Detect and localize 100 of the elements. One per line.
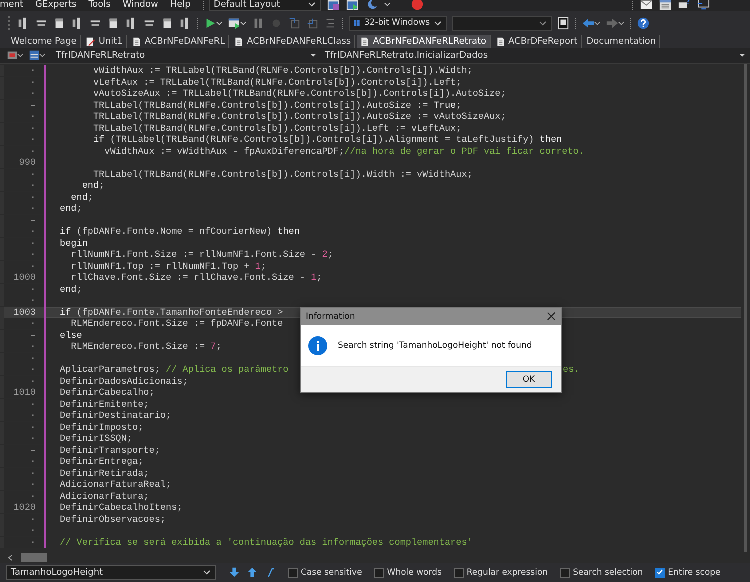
device-icon[interactable] [557,16,570,30]
line-number: · [30,203,36,214]
menu-item[interactable]: Window [122,0,158,10]
calendar-icon[interactable] [659,0,672,11]
line-number: · [30,422,36,433]
checkbox[interactable] [655,568,666,578]
back-arrow-icon[interactable] [582,16,595,30]
forward-arrow-icon[interactable] [606,16,619,30]
menu-item[interactable]: Help [170,0,191,10]
code-line: rllNumNF1.Top := rllNumNF1.Top + 1; [70,260,266,272]
option-label[interactable]: Entire scope [668,568,721,578]
ok-button[interactable]: OK [506,371,552,388]
checkbox[interactable] [560,568,570,578]
code-line: TRLLabel(TRLBand(RLNFe.Controls[b]).Controls[i]).Left := vLeftAux; [92,122,462,134]
caret-icon [539,20,547,26]
line-number: · [30,134,36,146]
scroll-left-icon[interactable] [8,554,13,562]
menu-item[interactable]: ment [0,0,24,10]
option-label[interactable]: Regular expression [466,568,548,578]
option-label[interactable]: Whole words [387,568,442,578]
help-icon[interactable] [637,16,650,30]
menu-item[interactable]: GExperts [36,0,77,10]
option-label[interactable]: Case sensitive [301,568,362,578]
dropdown-arrow-icon[interactable] [310,53,317,58]
line-number: · [30,249,36,260]
caret-icon[interactable] [618,20,625,26]
caret-icon[interactable] [39,53,46,58]
checkbox[interactable] [454,568,464,578]
editor-tab[interactable]: ACBrNFeDANFeRLRetrato [357,35,491,48]
code-line: TRLLabel(TRLBand(RLNFe.Controls[b]).Controls[i]).AutoSize := vAutoSizeAux; [92,111,506,122]
close-icon[interactable] [547,312,556,321]
code-line: DefinirRetirada; [60,468,150,479]
line-number: · [30,525,36,536]
find-previous-icon[interactable] [247,567,258,578]
info-icon [308,336,328,356]
line-number: 1003 [14,306,36,318]
line-number: · [30,226,36,238]
record-icon[interactable] [410,0,424,11]
option-label[interactable]: Search selection [573,568,644,578]
caret-icon[interactable] [240,20,247,26]
code-line: if (fpDANFe.Fonte.Nome = nfCourierNew) then [60,226,300,238]
code-line: if (fpDANFe.Fonte.TamanhoFonteEndereco > [60,306,284,318]
line-number: · [30,111,36,122]
code-line: DefinirDadosAdicionais; [60,376,188,387]
code-line: DefinirImposto; [60,422,144,433]
checkbox[interactable] [374,568,384,578]
run-window-icon[interactable] [228,16,241,30]
code-line: vAutoSizeAux := TRLLabel(TRLBand(RLNFe.Controls[b]).Controls[i]).AutoSize; [92,88,506,100]
dialog-message: Search string 'TamanhoLogoHeight' not found [338,340,532,350]
platform-dropdown[interactable]: 32-bit Windows [349,16,447,30]
find-next-icon[interactable] [229,567,240,578]
code-line: end; [60,284,82,295]
caret-icon [434,20,442,26]
line-number: · [30,479,36,490]
menu-item[interactable]: Tools [88,0,111,10]
code-line: RLMEndereco.Font.Size := 7; [70,341,222,352]
mail-icon[interactable] [640,0,653,11]
pause-icon[interactable] [252,16,265,30]
layout-dropdown[interactable]: Default Layout [208,0,321,11]
code-line: vWidthAux := TRLLabel(TRLBand(RLNFe.Controls[b]).Controls[i]).Width; [92,65,473,76]
wand-icon[interactable] [265,567,276,578]
monitor-icon[interactable] [697,0,710,11]
layout-save-icon[interactable] [326,0,340,11]
caret-icon[interactable] [594,20,601,26]
dropdown-arrow-icon[interactable] [739,53,746,58]
caret-icon[interactable] [216,20,223,26]
code-line: TRLLabel(TRLBand(RLNFe.Controls[b]).Controls[i]).AutoSize := True; [92,100,462,111]
caret-icon[interactable] [17,53,24,58]
class-dropdown[interactable]: TfrlDANFeRLRetrato [56,50,306,60]
checkbox[interactable] [288,568,298,578]
line-number: · [30,536,36,548]
line-number: · [30,468,36,479]
layout-apply-icon[interactable] [346,0,359,11]
line-number: · [30,65,36,76]
dialog-title: Information [306,312,356,322]
class-icon[interactable] [6,49,19,62]
code-line: end; [81,180,105,192]
line-number: · [30,341,36,352]
line-number: · [30,456,36,468]
vertical-scrollbar[interactable] [744,64,747,552]
method-dropdown[interactable]: TfrlDANFeRLRetrato.InicializarDados [325,50,488,60]
line-number: · [30,398,36,410]
code-line: AdicionarFatura; [60,490,150,502]
scrollbar-thumb[interactable] [21,553,47,562]
search-field[interactable]: TamanhoLogoHeight [6,565,216,580]
line-number: · [30,180,36,192]
code-line: DefinirEmitente; [60,398,150,410]
code-line: DefinirTransporte; [60,444,160,456]
line-number: · [30,238,36,249]
file-icon [234,36,244,46]
chat-help-icon[interactable] [678,0,691,11]
line-number: · [30,88,36,100]
run-icon[interactable] [204,16,217,30]
caret-icon [203,570,211,575]
line-number: · [30,122,36,134]
caret-icon[interactable] [384,2,391,7]
code-line: DefinirDestinatario; [60,410,172,422]
line-number: · [30,146,36,157]
method-icon[interactable] [28,49,41,62]
file-icon [496,36,506,46]
